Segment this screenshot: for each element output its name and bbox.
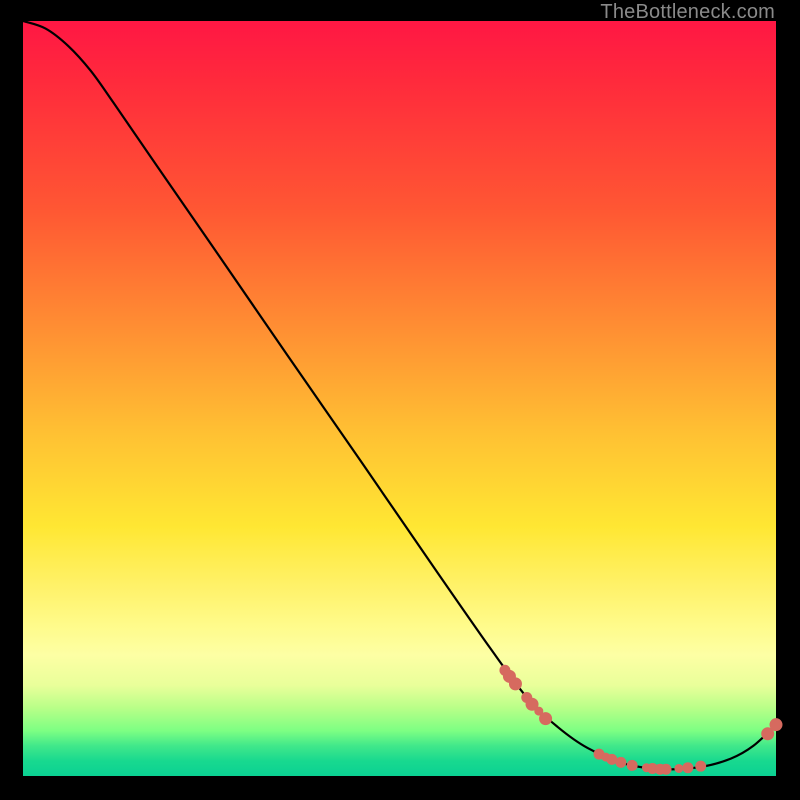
data-point (661, 764, 671, 774)
data-point (616, 757, 626, 767)
data-point (607, 754, 617, 764)
data-point (683, 763, 693, 773)
data-point (509, 678, 521, 690)
data-points (500, 665, 782, 774)
data-point (696, 761, 706, 771)
bottleneck-curve (23, 21, 776, 769)
data-point (627, 760, 637, 770)
chart-overlay (23, 21, 776, 776)
data-point (540, 713, 552, 725)
data-point (770, 719, 782, 731)
data-point (675, 764, 683, 772)
